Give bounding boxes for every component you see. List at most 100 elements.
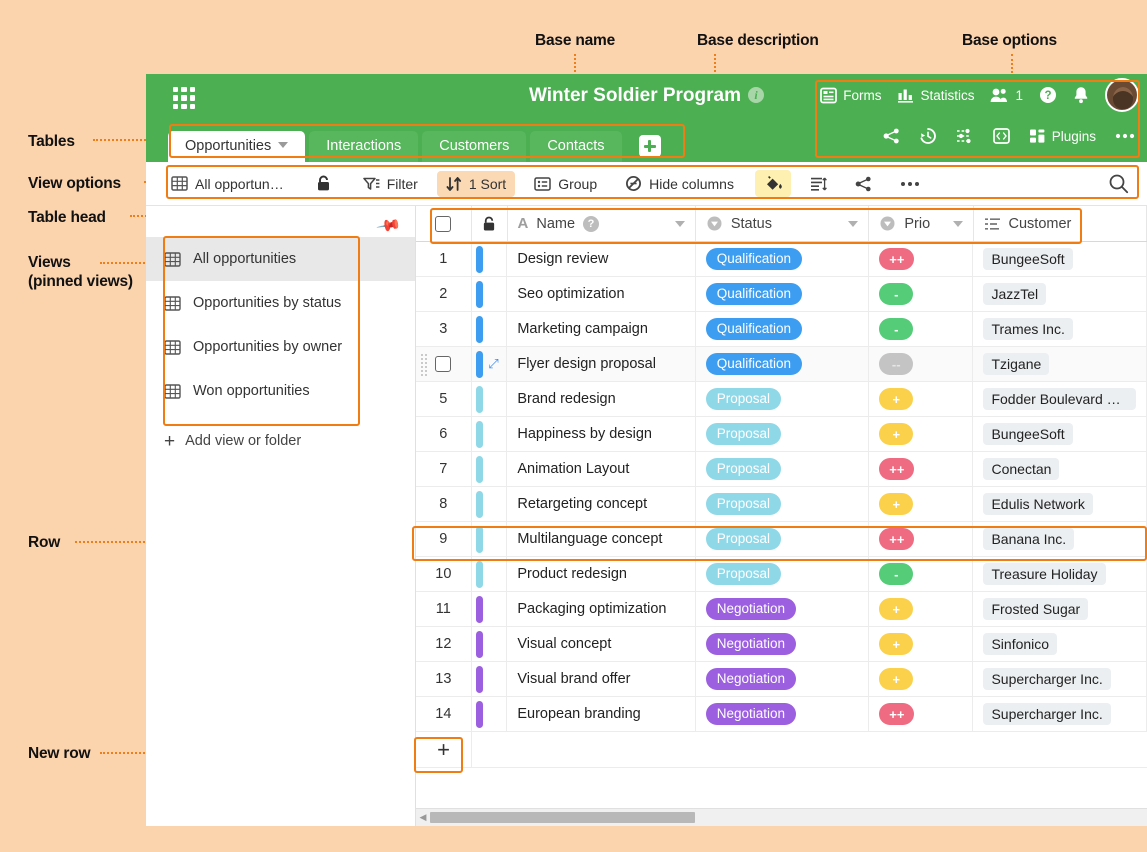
cell-name[interactable]: Flyer design proposal xyxy=(507,347,695,381)
cell-customer[interactable]: Treasure Holiday xyxy=(973,557,1147,591)
cell-name[interactable]: Visual concept xyxy=(507,627,695,661)
cell-status[interactable]: Qualification xyxy=(696,242,870,276)
filter-button[interactable]: Filter xyxy=(354,171,427,197)
row-number-cell[interactable]: 1 xyxy=(416,242,472,276)
column-header-status[interactable]: Status xyxy=(696,206,869,241)
cell-prio[interactable]: + xyxy=(869,592,973,626)
cell-customer[interactable]: JazzTel xyxy=(973,277,1147,311)
add-view-button[interactable]: + Add view or folder xyxy=(146,421,415,461)
search-button[interactable] xyxy=(1108,173,1129,194)
chevron-down-icon[interactable] xyxy=(953,221,963,227)
cell-prio[interactable]: + xyxy=(869,627,973,661)
current-view-button[interactable]: All opportun… xyxy=(162,170,293,197)
chevron-down-icon[interactable] xyxy=(675,221,685,227)
row-number-cell[interactable] xyxy=(416,347,472,381)
expand-record-icon[interactable]: ⤢ xyxy=(488,356,498,372)
column-header-prio[interactable]: Prio xyxy=(869,206,973,241)
table-row[interactable]: 5Brand redesignProposal+Fodder Boulevard… xyxy=(416,382,1147,417)
table-row[interactable]: 2Seo optimizationQualification-JazzTel xyxy=(416,277,1147,312)
table-row[interactable]: 6Happiness by designProposal+BungeeSoft xyxy=(416,417,1147,452)
lock-column-header[interactable] xyxy=(472,206,508,241)
cell-name[interactable]: Retargeting concept xyxy=(507,487,695,521)
table-row[interactable]: 14European brandingNegotiation++Supercha… xyxy=(416,697,1147,732)
pin-icon[interactable]: 📌 xyxy=(375,212,403,240)
sidebar-item-won-opportunities[interactable]: Won opportunities xyxy=(146,369,415,413)
lock-view-button[interactable] xyxy=(307,170,340,197)
share-button[interactable] xyxy=(883,128,900,144)
more-options-button[interactable] xyxy=(1115,133,1135,139)
row-height-button[interactable] xyxy=(801,171,836,197)
cell-status[interactable]: Proposal xyxy=(696,382,870,416)
select-all-checkbox[interactable] xyxy=(435,216,451,232)
tab-customers[interactable]: Customers xyxy=(422,131,526,162)
tab-opportunities[interactable]: Opportunities xyxy=(168,131,305,162)
cell-name[interactable]: Seo optimization xyxy=(507,277,695,311)
sidebar-item-opportunities-by-owner[interactable]: Opportunities by owner xyxy=(146,325,415,369)
cell-name[interactable]: Animation Layout xyxy=(507,452,695,486)
sidebar-item-opportunities-by-status[interactable]: Opportunities by status xyxy=(146,281,415,325)
table-row[interactable]: 9Multilanguage conceptProposal++Banana I… xyxy=(416,522,1147,557)
table-row[interactable]: 1 Design reviewQualification++BungeeSoft xyxy=(416,242,1147,277)
column-header-name[interactable]: A Name ? xyxy=(508,206,696,241)
row-number-cell[interactable]: 13 xyxy=(416,662,472,696)
cell-name[interactable]: Visual brand offer xyxy=(507,662,695,696)
cell-name[interactable]: Happiness by design xyxy=(507,417,695,451)
cell-customer[interactable]: Sinfonico xyxy=(973,627,1147,661)
table-row[interactable]: 8Retargeting conceptProposal+Edulis Netw… xyxy=(416,487,1147,522)
help-icon[interactable]: ? xyxy=(583,216,599,232)
table-row[interactable]: 13Visual brand offerNegotiation+Supercha… xyxy=(416,662,1147,697)
cell-prio[interactable]: ++ xyxy=(869,452,973,486)
cell-prio[interactable]: + xyxy=(869,417,973,451)
cell-name[interactable]: Design review xyxy=(507,242,695,276)
cell-prio[interactable]: - xyxy=(869,277,973,311)
cell-prio[interactable]: ++ xyxy=(869,242,973,276)
cell-customer[interactable]: Frosted Sugar xyxy=(973,592,1147,626)
scrollbar-thumb[interactable] xyxy=(430,812,695,823)
table-row[interactable]: 11 Packaging optimizationNegotiation+Fros… xyxy=(416,592,1147,627)
cell-name[interactable]: Packaging optimization xyxy=(507,592,695,626)
scroll-left-arrow[interactable]: ◀ xyxy=(416,812,430,823)
members-button[interactable]: 1 xyxy=(990,87,1023,103)
chevron-down-icon[interactable] xyxy=(848,221,858,227)
add-row-button[interactable]: + xyxy=(416,732,472,767)
plugins-button[interactable]: Plugins xyxy=(1029,128,1096,144)
column-header-customer[interactable]: Customer xyxy=(974,206,1147,241)
cell-name[interactable]: Product redesign xyxy=(507,557,695,591)
cell-prio[interactable]: ++ xyxy=(869,697,973,731)
group-button[interactable]: Group xyxy=(525,171,606,197)
sidebar-item-all-opportunities[interactable]: All opportunities xyxy=(146,237,415,281)
cell-status[interactable]: Proposal xyxy=(696,557,870,591)
cell-status[interactable]: Proposal xyxy=(696,487,870,521)
row-number-cell[interactable]: 3 xyxy=(416,312,472,346)
drag-handle-icon[interactable] xyxy=(420,353,429,376)
cell-status[interactable]: Negotiation xyxy=(696,697,870,731)
cell-customer[interactable]: BungeeSoft xyxy=(973,242,1147,276)
cell-prio[interactable]: -- xyxy=(869,347,973,381)
share-view-button[interactable] xyxy=(846,171,881,197)
cell-name[interactable]: Brand redesign xyxy=(507,382,695,416)
sort-button[interactable]: 1 Sort xyxy=(437,171,515,197)
row-number-cell[interactable]: 11 xyxy=(416,592,472,626)
row-number-cell[interactable]: 5 xyxy=(416,382,472,416)
horizontal-scrollbar[interactable]: ◀ xyxy=(416,808,1147,826)
cell-prio[interactable]: - xyxy=(869,312,973,346)
row-number-cell[interactable]: 9 xyxy=(416,522,472,556)
history-button[interactable] xyxy=(919,127,937,145)
cell-customer[interactable]: Banana Inc. xyxy=(973,522,1147,556)
cell-customer[interactable]: Supercharger Inc. xyxy=(973,697,1147,731)
cell-status[interactable]: Negotiation xyxy=(696,592,870,626)
cell-status[interactable]: Qualification xyxy=(696,347,870,381)
settings-sliders-button[interactable] xyxy=(956,128,974,144)
cell-customer[interactable]: BungeeSoft xyxy=(973,417,1147,451)
view-more-button[interactable] xyxy=(891,176,929,192)
forms-button[interactable]: Forms xyxy=(820,87,881,104)
tab-interactions[interactable]: Interactions xyxy=(309,131,418,162)
cell-status[interactable]: Proposal xyxy=(696,452,870,486)
info-icon[interactable]: i xyxy=(748,87,764,103)
tab-contacts[interactable]: Contacts xyxy=(530,131,621,162)
cell-prio[interactable]: + xyxy=(869,382,973,416)
row-number-cell[interactable]: 6 xyxy=(416,417,472,451)
cell-status[interactable]: Qualification xyxy=(696,277,870,311)
cell-prio[interactable]: + xyxy=(869,662,973,696)
help-button[interactable]: ? xyxy=(1039,86,1057,104)
